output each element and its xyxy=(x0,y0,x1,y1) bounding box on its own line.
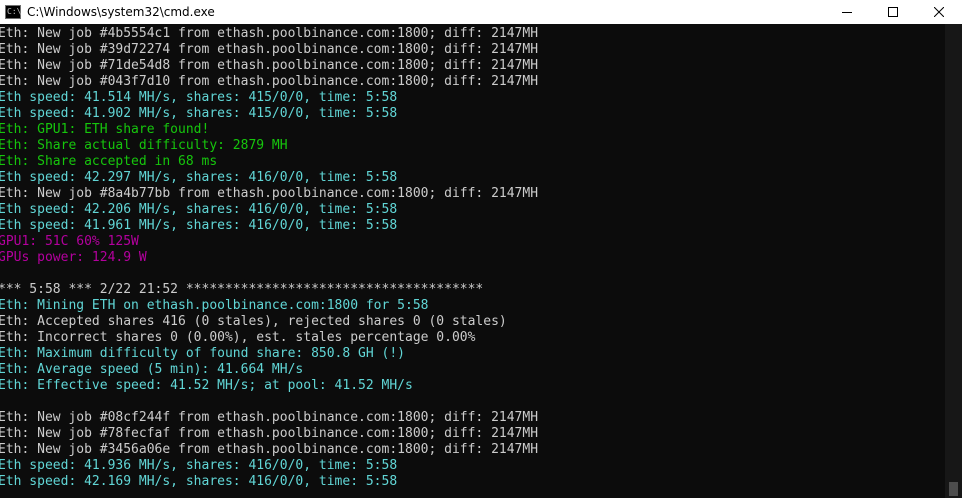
console-line: *** 5:58 *** 2/22 21:52 ****************… xyxy=(0,282,484,297)
console-line: Eth: Effective speed: 41.52 MH/s; at poo… xyxy=(0,378,413,393)
console-line: Eth: Mining ETH on ethash.poolbinance.co… xyxy=(0,298,429,313)
close-icon xyxy=(934,7,944,17)
console-line: Eth: Accepted shares 416 (0 stales), rej… xyxy=(0,314,507,329)
console-line: Eth: GPU1: ETH share found! xyxy=(0,122,210,137)
console-line: Eth: Share accepted in 68 ms xyxy=(0,154,218,169)
console-line: Eth speed: 42.297 MH/s, shares: 416/0/0,… xyxy=(0,170,398,185)
close-button[interactable] xyxy=(916,0,962,24)
console-line: Eth: Incorrect shares 0 (0.00%), est. st… xyxy=(0,330,476,345)
console-line: Eth speed: 42.169 MH/s, shares: 416/0/0,… xyxy=(0,474,398,489)
title-bar[interactable]: C:\ C:\Windows\system32\cmd.exe xyxy=(0,0,962,24)
console-line: Eth: Average speed (5 min): 41.664 MH/s xyxy=(0,362,304,377)
window-controls xyxy=(824,0,962,24)
console-line: Eth speed: 41.902 MH/s, shares: 415/0/0,… xyxy=(0,106,398,121)
minimize-button[interactable] xyxy=(824,0,870,24)
cmd-icon-glyph: C:\ xyxy=(7,7,22,16)
console-line: Eth: New job #78fecfaf from ethash.poolb… xyxy=(0,426,539,441)
console-line: Eth: Maximum difficulty of found share: … xyxy=(0,346,405,361)
console-line: GPU1: 51C 60% 125W xyxy=(0,234,139,249)
console-output[interactable]: Eth: New job #4b5554c1 from ethash.poolb… xyxy=(0,26,946,498)
window-title: C:\Windows\system32\cmd.exe xyxy=(27,5,215,19)
scrollbar-thumb[interactable] xyxy=(949,482,958,496)
console-line: Eth: New job #3456a06e from ethash.poolb… xyxy=(0,442,539,457)
console-line: Eth speed: 41.514 MH/s, shares: 415/0/0,… xyxy=(0,90,398,105)
maximize-icon xyxy=(888,7,898,17)
minimize-icon xyxy=(842,7,852,17)
cmd-icon: C:\ xyxy=(5,5,21,19)
console-line: Eth: New job #043f7d10 from ethash.poolb… xyxy=(0,74,539,89)
console-line: Eth: New job #4b5554c1 from ethash.poolb… xyxy=(0,26,539,41)
console-line: Eth: New job #39d72274 from ethash.poolb… xyxy=(0,42,539,57)
console-line: Eth speed: 41.936 MH/s, shares: 416/0/0,… xyxy=(0,458,398,473)
vertical-scrollbar[interactable] xyxy=(945,24,962,498)
console-line: Eth: New job #71de54d8 from ethash.poolb… xyxy=(0,58,539,73)
cmd-window: C:\ C:\Windows\system32\cmd.exe Eth: New… xyxy=(0,0,962,498)
console-line: Eth: New job #08cf244f from ethash.poolb… xyxy=(0,410,539,425)
console-line: GPUs power: 124.9 W xyxy=(0,250,147,265)
maximize-button[interactable] xyxy=(870,0,916,24)
console-line: Eth speed: 41.961 MH/s, shares: 416/0/0,… xyxy=(0,218,398,233)
console-line: Eth speed: 42.206 MH/s, shares: 416/0/0,… xyxy=(0,202,398,217)
console-line: Eth: Share actual difficulty: 2879 MH xyxy=(0,138,288,153)
console-line: Eth: New job #8a4b77bb from ethash.poolb… xyxy=(0,186,539,201)
